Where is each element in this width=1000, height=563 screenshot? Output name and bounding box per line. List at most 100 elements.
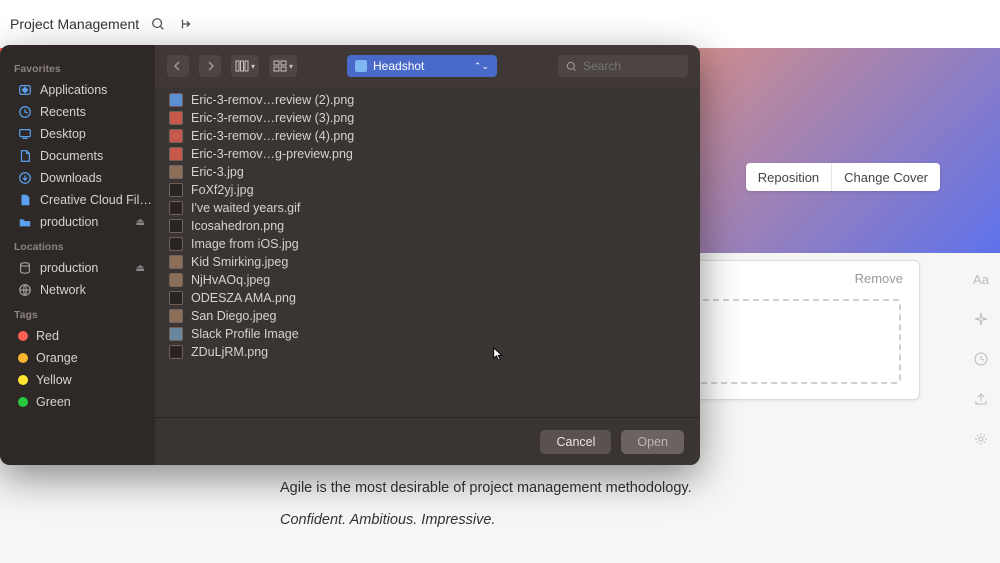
font-icon[interactable]: Aa xyxy=(972,270,990,288)
app-icon xyxy=(18,83,32,97)
sidebar-item-downloads[interactable]: Downloads xyxy=(12,167,155,189)
clock-icon[interactable] xyxy=(177,15,195,33)
sidebar-item-label: Downloads xyxy=(40,171,102,185)
sidebar-item-applications[interactable]: Applications xyxy=(12,79,155,101)
page-title[interactable]: Project Management xyxy=(10,16,139,32)
file-row[interactable]: San Diego.jpeg xyxy=(155,307,700,325)
search-icon xyxy=(566,61,577,72)
file-row[interactable]: Icosahedron.png xyxy=(155,217,700,235)
nav-forward-button[interactable] xyxy=(199,55,221,77)
file-thumb-icon xyxy=(169,255,183,269)
file-name: Icosahedron.png xyxy=(191,219,284,233)
search-icon[interactable] xyxy=(149,15,167,33)
file-thumb-icon xyxy=(169,309,183,323)
tag-label: Green xyxy=(36,395,71,409)
change-cover-button[interactable]: Change Cover xyxy=(831,163,940,191)
tag-red[interactable]: Red xyxy=(12,325,155,347)
file-name: Eric-3-remov…review (3).png xyxy=(191,111,354,125)
reposition-button[interactable]: Reposition xyxy=(746,163,831,191)
file-name: I've waited years.gif xyxy=(191,201,300,215)
notion-topbar: Project Management xyxy=(0,0,1000,48)
remove-button[interactable]: Remove xyxy=(855,271,903,286)
sidebar-section-tags: Tags xyxy=(14,309,155,321)
sidebar-item-label: production xyxy=(40,261,98,275)
sparkle-icon[interactable] xyxy=(972,310,990,328)
finder-footer: Cancel Open xyxy=(155,417,700,465)
view-grid-button[interactable]: ▾ xyxy=(269,55,297,77)
sidebar-item-label: Recents xyxy=(40,105,86,119)
file-thumb-icon xyxy=(169,147,183,161)
file-row[interactable]: ODESZA AMA.png xyxy=(155,289,700,307)
file-row[interactable]: Kid Smirking.jpeg xyxy=(155,253,700,271)
tag-dot-icon xyxy=(18,331,28,341)
sidebar-item-desktop[interactable]: Desktop xyxy=(12,123,155,145)
file-thumb-icon xyxy=(169,327,183,341)
file-thumb-icon xyxy=(169,273,183,287)
sidebar-item-production[interactable]: production⏏ xyxy=(12,211,155,233)
file-row[interactable]: Eric-3.jpg xyxy=(155,163,700,181)
file-name: Eric-3.jpg xyxy=(191,165,244,179)
file-row[interactable]: FoXf2yj.jpg xyxy=(155,181,700,199)
sidebar-section-favorites: Favorites xyxy=(14,63,155,75)
tag-dot-icon xyxy=(18,353,28,363)
file-row[interactable]: I've waited years.gif xyxy=(155,199,700,217)
tag-yellow[interactable]: Yellow xyxy=(12,369,155,391)
search-input[interactable] xyxy=(583,59,673,73)
sidebar-item-label: Creative Cloud Fil… xyxy=(40,193,152,207)
body-line-1[interactable]: Agile is the most desirable of project m… xyxy=(280,480,940,496)
net-icon xyxy=(18,283,32,297)
file-row[interactable]: ZDuLjRM.png xyxy=(155,343,700,361)
cancel-button[interactable]: Cancel xyxy=(540,430,611,454)
sidebar-item-label: Documents xyxy=(40,149,103,163)
cover-actions: Reposition Change Cover xyxy=(746,163,940,191)
file-row[interactable]: Eric-3-remov…review (4).png xyxy=(155,127,700,145)
eject-icon[interactable]: ⏏ xyxy=(136,217,149,228)
open-button[interactable]: Open xyxy=(621,430,684,454)
file-row[interactable]: Eric-3-remov…review (3).png xyxy=(155,109,700,127)
file-row[interactable]: Eric-3-remov…g-preview.png xyxy=(155,145,700,163)
file-thumb-icon xyxy=(169,165,183,179)
file-name: Eric-3-remov…g-preview.png xyxy=(191,147,353,161)
tag-label: Orange xyxy=(36,351,78,365)
view-columns-button[interactable]: ▾ xyxy=(231,55,259,77)
sidebar-item-documents[interactable]: Documents xyxy=(12,145,155,167)
tag-orange[interactable]: Orange xyxy=(12,347,155,369)
tag-green[interactable]: Green xyxy=(12,391,155,413)
right-toolbar: Aa xyxy=(972,270,990,448)
folder-picker[interactable]: Headshot ⌃⌄ xyxy=(347,55,497,77)
file-row[interactable]: NjHvAOq.jpeg xyxy=(155,271,700,289)
file-name: NjHvAOq.jpeg xyxy=(191,273,270,287)
sidebar-item-network[interactable]: Network xyxy=(12,279,155,301)
disk-icon xyxy=(18,261,32,275)
clock-icon[interactable] xyxy=(972,350,990,368)
file-row[interactable]: Image from iOS.jpg xyxy=(155,235,700,253)
sidebar-section-locations: Locations xyxy=(14,241,155,253)
file-thumb-icon xyxy=(169,183,183,197)
eject-icon[interactable]: ⏏ xyxy=(136,263,149,274)
file-list[interactable]: Eric-3-remov…review (2).png Eric-3-remov… xyxy=(155,87,700,417)
file-open-dialog: Favorites Applications Recents Desktop D… xyxy=(0,45,700,465)
folder-icon xyxy=(18,215,32,229)
file-row[interactable]: Eric-3-remov…review (2).png xyxy=(155,91,700,109)
body-line-2[interactable]: Confident. Ambitious. Impressive. xyxy=(280,512,940,528)
current-folder-name: Headshot xyxy=(373,59,424,73)
sidebar-item-creative-cloud-fil-[interactable]: Creative Cloud Fil… xyxy=(12,189,155,211)
tag-dot-icon xyxy=(18,397,28,407)
sidebar-item-label: Desktop xyxy=(40,127,86,141)
file-row[interactable]: Slack Profile Image xyxy=(155,325,700,343)
sidebar-item-label: Network xyxy=(40,283,86,297)
sidebar-item-recents[interactable]: Recents xyxy=(12,101,155,123)
gear-icon[interactable] xyxy=(972,430,990,448)
sidebar-item-label: Applications xyxy=(40,83,107,97)
finder-sidebar: Favorites Applications Recents Desktop D… xyxy=(0,45,155,465)
file-name: Eric-3-remov…review (4).png xyxy=(191,129,354,143)
file-name: Kid Smirking.jpeg xyxy=(191,255,288,269)
sidebar-item-production[interactable]: production ⏏ xyxy=(12,257,155,279)
chevron-down-icon: ⌃⌄ xyxy=(474,61,489,72)
share-icon[interactable] xyxy=(972,390,990,408)
finder-main: ▾ ▾ Headshot ⌃⌄ Eric-3-remov…review (2).… xyxy=(155,45,700,465)
finder-toolbar: ▾ ▾ Headshot ⌃⌄ xyxy=(155,45,700,87)
nav-back-button[interactable] xyxy=(167,55,189,77)
search-field[interactable] xyxy=(558,55,688,77)
file-thumb-icon xyxy=(169,129,183,143)
